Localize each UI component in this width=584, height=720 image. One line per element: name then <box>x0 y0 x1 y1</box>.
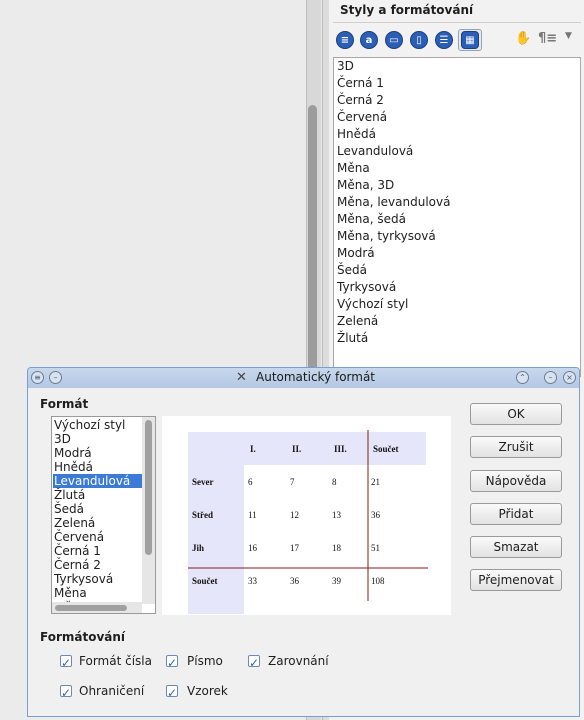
format-preview: I. II. III. Součet Sever 6 7 8 21 Střed 11 12 13 36 Ji… <box>162 416 451 615</box>
format-list-item[interactable]: Hnědá <box>53 460 143 474</box>
add-button[interactable]: Přidat <box>470 503 562 525</box>
format-list-item[interactable]: Měna <box>53 586 143 600</box>
row-header: Střed <box>192 510 213 520</box>
font-label: Písmo <box>187 654 223 668</box>
preview-cell: 51 <box>371 543 380 553</box>
new-style-icon[interactable]: ¶≡ <box>538 31 557 46</box>
format-list-item[interactable]: Modrá <box>53 446 143 460</box>
preview-cell: 7 <box>290 477 295 487</box>
style-list-item[interactable]: Černá 1 <box>337 76 384 90</box>
preview-cell: 11 <box>248 510 257 520</box>
preview-cell: 36 <box>290 576 300 586</box>
font-checkbox[interactable]: ✓ <box>166 655 178 669</box>
format-list-vscroll-thumb[interactable] <box>145 420 152 555</box>
number-format-label: Formát čísla <box>79 654 152 668</box>
style-list-item[interactable]: Tyrkysová <box>337 280 396 294</box>
preview-cell: 16 <box>248 543 258 553</box>
delete-button[interactable]: Smazat <box>470 536 562 558</box>
preview-cell: 8 <box>332 477 337 487</box>
number-format-checkbox[interactable]: ✓ <box>60 655 72 669</box>
borders-label: Ohraničení <box>79 684 145 698</box>
preview-cell: 108 <box>371 576 385 586</box>
style-list-item[interactable]: Levandulová <box>337 144 413 158</box>
format-list-item[interactable]: Tyrkysová <box>53 572 143 586</box>
style-list-item[interactable]: Měna, levandulová <box>337 195 450 209</box>
format-list-item[interactable]: Levandulová <box>53 474 143 488</box>
character-styles-icon[interactable]: a <box>360 31 378 49</box>
preview-cell: 21 <box>371 477 380 487</box>
pattern-checkbox[interactable]: ✓ <box>166 685 178 699</box>
keep-above-icon[interactable]: ⌃ <box>516 371 529 384</box>
page-styles-icon[interactable]: ▯ <box>410 31 428 49</box>
style-list-item[interactable]: Černá 2 <box>337 93 384 107</box>
style-list-item[interactable]: Žlutá <box>337 331 368 345</box>
pattern-label: Vzorek <box>187 684 228 698</box>
borders-checkbox[interactable]: ✓ <box>60 685 72 699</box>
column-header: I. <box>250 444 256 454</box>
style-list-item[interactable]: Modrá <box>337 246 375 260</box>
style-list-item[interactable]: 3D <box>337 59 354 73</box>
alignment-label: Zarovnání <box>268 654 329 668</box>
window-menu-icon[interactable]: ≡ <box>31 371 44 384</box>
window-shade-icon[interactable]: – <box>49 371 62 384</box>
minimize-icon[interactable]: – <box>544 371 557 384</box>
style-list-item[interactable]: Výchozí styl <box>337 297 408 311</box>
style-list-item[interactable]: Zelená <box>337 314 378 328</box>
cancel-button[interactable]: Zrušit <box>470 436 562 458</box>
paragraph-styles-icon[interactable]: ≡ <box>336 31 354 49</box>
app-tools-icon: ✕ <box>236 370 247 385</box>
preview-cell: 39 <box>332 576 342 586</box>
preview-cell: 6 <box>248 477 253 487</box>
table-styles-icon[interactable]: ▦ <box>461 31 479 49</box>
dialog-title: Automatický formát <box>256 370 376 384</box>
sidebar-title: Styly a formátování <box>340 3 474 17</box>
row-header: Součet <box>192 576 218 586</box>
style-list-item[interactable]: Měna, 3D <box>337 178 394 192</box>
style-list-item[interactable]: Hnědá <box>337 127 376 141</box>
sidebar-divider <box>333 22 581 23</box>
format-list-item[interactable]: Zelená <box>53 516 143 530</box>
list-styles-icon[interactable]: ☰ <box>435 31 453 49</box>
format-list[interactable]: Výchozí styl 3D Modrá Hnědá Levandulová Žlutá… <box>51 416 156 614</box>
style-list-item[interactable]: Měna <box>337 161 370 175</box>
style-list-item[interactable]: Měna, šedá <box>337 212 406 226</box>
column-header: II. <box>292 444 301 454</box>
preview-table: I. II. III. Součet Sever 6 7 8 21 Střed 11 12 13 36 Ji… <box>188 430 428 614</box>
preview-cell: 13 <box>332 510 342 520</box>
style-list-item[interactable]: Šedá <box>337 263 367 277</box>
preview-cell: 33 <box>248 576 258 586</box>
format-list-item[interactable]: 3D <box>53 432 143 446</box>
preview-cell: 12 <box>290 510 299 520</box>
format-list-item[interactable]: Žlutá <box>53 488 143 502</box>
rename-button[interactable]: Přejmenovat <box>470 569 562 591</box>
format-list-item[interactable]: Černá 1 <box>53 544 143 558</box>
format-list-hscroll-thumb[interactable] <box>55 605 127 611</box>
preview-cell: 17 <box>290 543 300 553</box>
formatting-section-label: Formátování <box>40 630 126 644</box>
ok-button[interactable]: OK <box>470 403 562 425</box>
format-list-item[interactable]: Výchozí styl <box>53 418 143 432</box>
help-button[interactable]: Nápověda <box>470 470 562 492</box>
format-list-item[interactable]: Červená <box>53 530 143 544</box>
row-header: Sever <box>192 477 214 487</box>
frame-styles-icon[interactable]: ▭ <box>385 31 403 49</box>
dropdown-icon[interactable]: ▼ <box>565 31 572 41</box>
alignment-checkbox[interactable]: ✓ <box>248 655 260 669</box>
row-header-fill <box>188 432 244 614</box>
close-icon[interactable]: × <box>563 371 576 384</box>
row-header: Jih <box>192 543 204 553</box>
column-header: Součet <box>373 444 399 454</box>
format-list-item[interactable]: Černá 2 <box>53 558 143 572</box>
format-list-item[interactable]: Šedá <box>53 502 143 516</box>
style-list-item[interactable]: Měna, tyrkysová <box>337 229 436 243</box>
fill-format-icon[interactable]: ✋ <box>515 31 531 46</box>
styles-list[interactable]: 3D Černá 1 Černá 2 Červená Hnědá Levandulová M… <box>333 57 581 377</box>
column-header: III. <box>334 444 347 454</box>
preview-cell: 18 <box>332 543 342 553</box>
format-section-label: Formát <box>40 397 89 411</box>
style-list-item[interactable]: Červená <box>337 110 387 124</box>
preview-cell: 36 <box>371 510 381 520</box>
